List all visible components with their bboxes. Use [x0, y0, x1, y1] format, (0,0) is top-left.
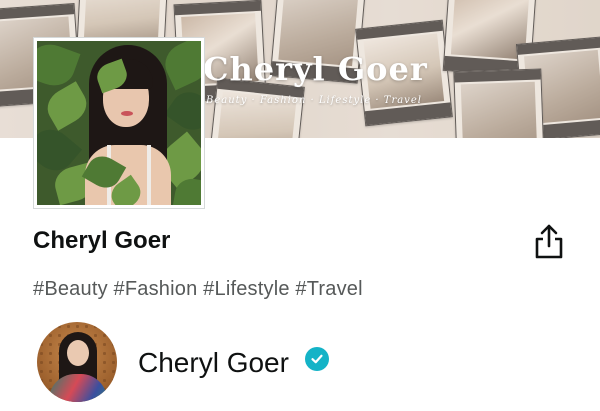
store-tags: #Beauty #Fashion #Lifestyle #Travel	[33, 278, 363, 300]
profile-photo	[33, 37, 205, 209]
banner-title: Cheryl Goer	[203, 50, 428, 88]
owner-name[interactable]: Cheryl Goer	[138, 347, 289, 379]
banner-subtitle: Beauty · Fashion · Lifestyle · Travel	[206, 95, 422, 106]
share-icon	[535, 224, 563, 259]
store-name: Cheryl Goer	[33, 227, 171, 254]
share-button[interactable]	[532, 222, 566, 262]
verified-check-icon	[305, 347, 329, 371]
owner-avatar[interactable]	[37, 322, 117, 402]
